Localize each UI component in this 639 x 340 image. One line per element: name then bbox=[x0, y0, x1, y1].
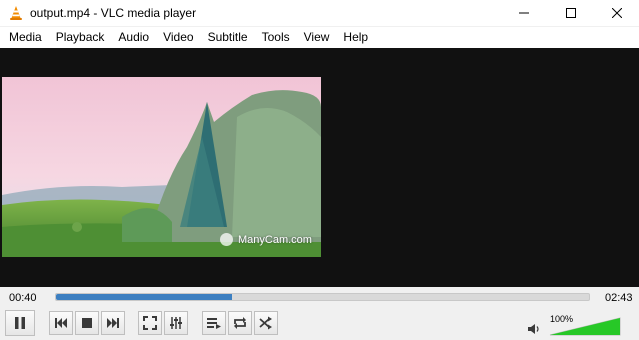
pause-icon bbox=[15, 317, 25, 329]
next-button[interactable] bbox=[101, 311, 125, 335]
elapsed-time: 00:40 bbox=[9, 292, 37, 304]
next-icon bbox=[107, 318, 119, 328]
window-title: output.mp4 - VLC media player bbox=[30, 6, 197, 20]
watermark-text: ManyCam.com bbox=[238, 233, 312, 246]
minimize-button[interactable] bbox=[501, 0, 547, 26]
previous-button[interactable] bbox=[49, 311, 73, 335]
seek-slider[interactable] bbox=[55, 293, 590, 301]
close-icon bbox=[612, 8, 622, 18]
minimize-icon bbox=[519, 12, 529, 14]
close-button[interactable] bbox=[594, 0, 639, 26]
menu-help[interactable]: Help bbox=[336, 27, 375, 48]
shuffle-icon bbox=[259, 316, 272, 330]
previous-icon bbox=[55, 318, 67, 328]
stop-button[interactable] bbox=[75, 311, 99, 335]
menu-media[interactable]: Media bbox=[0, 27, 49, 48]
stop-icon bbox=[82, 318, 92, 328]
maximize-button[interactable] bbox=[548, 0, 594, 26]
total-time: 02:43 bbox=[605, 292, 633, 304]
manycam-logo-icon bbox=[220, 233, 233, 246]
vlc-cone-icon bbox=[8, 5, 24, 21]
video-watermark: ManyCam.com bbox=[220, 233, 312, 246]
extended-settings-button[interactable] bbox=[164, 311, 188, 335]
loop-button[interactable] bbox=[228, 311, 252, 335]
video-frame: ManyCam.com bbox=[2, 77, 321, 257]
menu-subtitle[interactable]: Subtitle bbox=[201, 27, 255, 48]
equalizer-icon bbox=[170, 317, 182, 329]
menu-video[interactable]: Video bbox=[156, 27, 200, 48]
fullscreen-icon bbox=[143, 316, 157, 330]
playlist-button[interactable] bbox=[202, 311, 226, 335]
random-button[interactable] bbox=[254, 311, 278, 335]
seek-row: 00:40 02:43 bbox=[0, 288, 639, 308]
controls-bar: 100% bbox=[0, 309, 639, 338]
menu-view[interactable]: View bbox=[297, 27, 337, 48]
menu-audio[interactable]: Audio bbox=[111, 27, 156, 48]
video-scene-image bbox=[2, 77, 321, 257]
title-bar: output.mp4 - VLC media player bbox=[0, 0, 639, 26]
volume-slider[interactable] bbox=[548, 309, 622, 337]
maximize-icon bbox=[566, 8, 576, 18]
playlist-icon bbox=[207, 318, 221, 329]
menu-playback[interactable]: Playback bbox=[49, 27, 112, 48]
seek-progress-fill bbox=[56, 294, 232, 300]
video-area[interactable]: ManyCam.com bbox=[0, 48, 639, 287]
fullscreen-button[interactable] bbox=[138, 311, 162, 335]
pause-button[interactable] bbox=[5, 310, 35, 336]
speaker-icon[interactable] bbox=[527, 323, 541, 338]
menu-bar: Media Playback Audio Video Subtitle Tool… bbox=[0, 27, 639, 48]
loop-icon bbox=[234, 317, 246, 329]
menu-tools[interactable]: Tools bbox=[255, 27, 297, 48]
